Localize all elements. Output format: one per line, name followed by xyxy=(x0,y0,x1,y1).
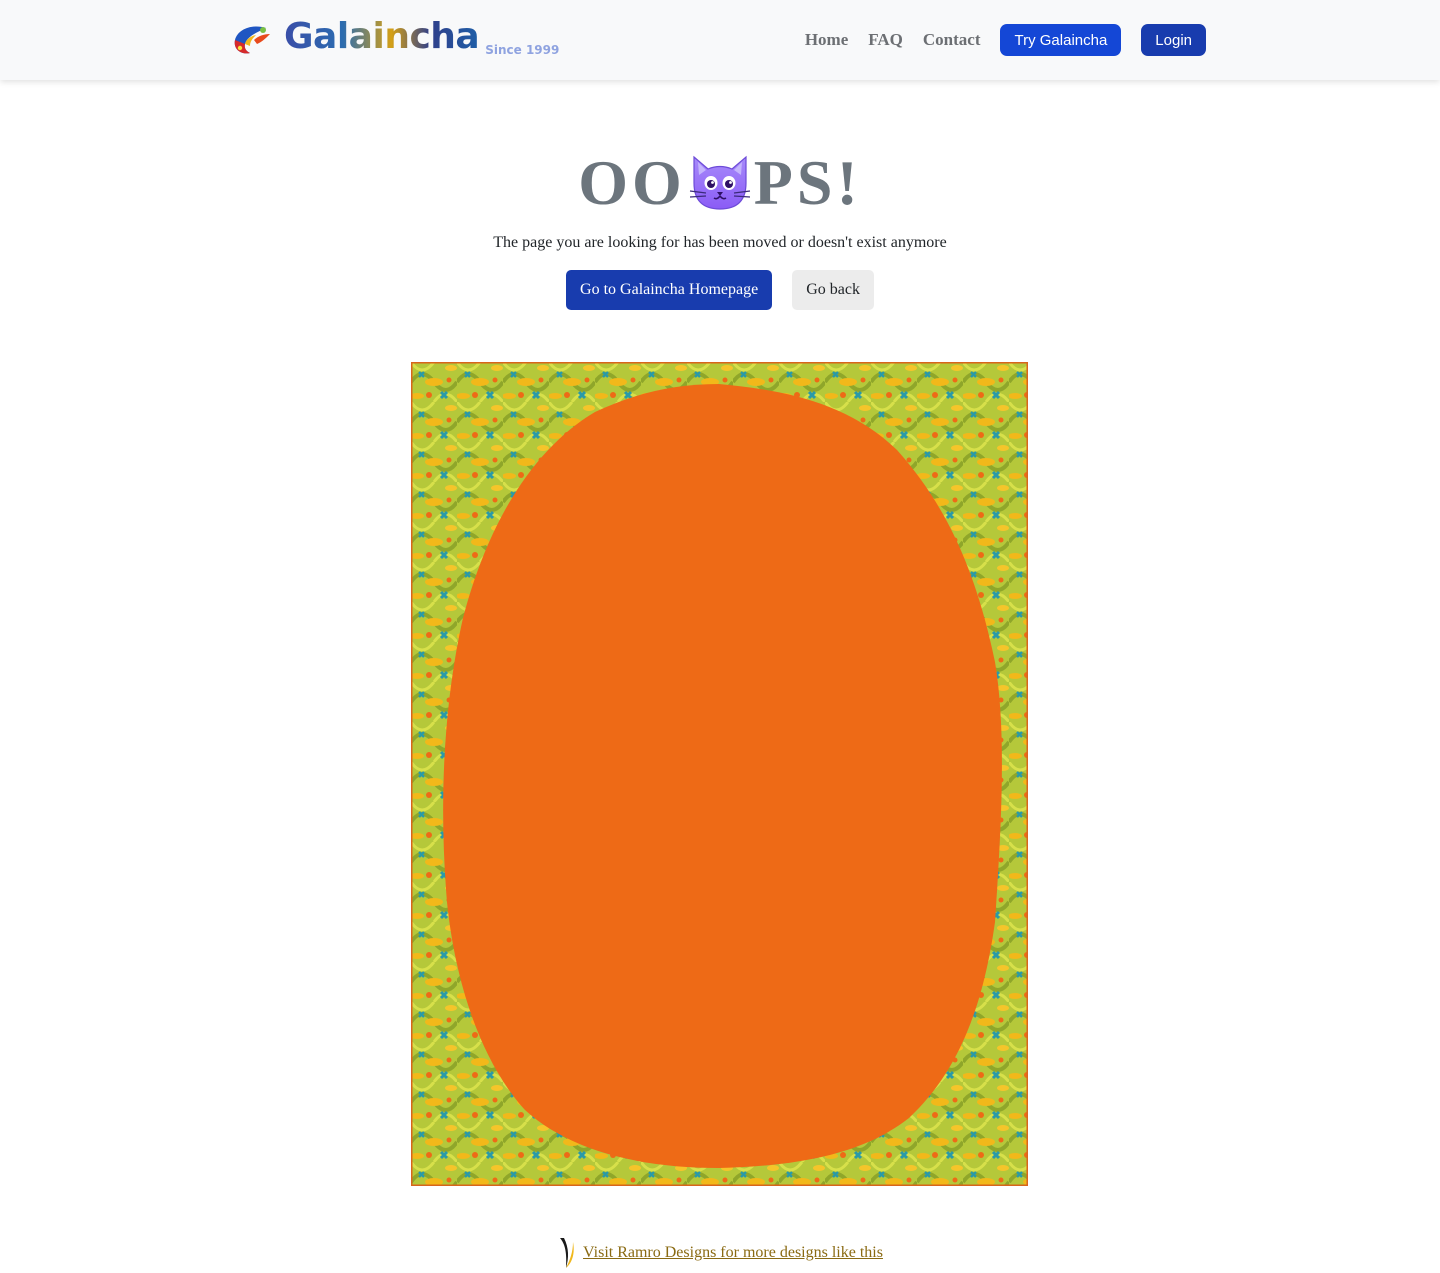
galaincha-logo-icon xyxy=(234,26,270,54)
nav-links: Home FAQ Contact Try Galaincha Login xyxy=(805,24,1206,56)
oops-heading-start: OO xyxy=(578,147,686,218)
ramro-footer: Visit Ramro Designs for more designs lik… xyxy=(0,1236,1440,1270)
try-galaincha-button[interactable]: Try Galaincha xyxy=(1000,24,1122,56)
error-actions: Go to Galaincha Homepage Go back xyxy=(0,270,1440,310)
top-navbar: Galaincha Since 1999 Home FAQ Contact Tr… xyxy=(0,0,1440,80)
nav-faq-link[interactable]: FAQ xyxy=(868,30,903,50)
visit-ramro-designs-link[interactable]: Visit Ramro Designs for more designs lik… xyxy=(583,1244,883,1262)
error-hero: OO PS! The page you are looking for has … xyxy=(0,148,1440,310)
nav-home-link[interactable]: Home xyxy=(805,30,848,50)
brand-name: Galaincha xyxy=(284,16,480,57)
nav-contact-link[interactable]: Contact xyxy=(923,30,981,50)
cat-face-icon xyxy=(689,155,750,210)
go-to-homepage-button[interactable]: Go to Galaincha Homepage xyxy=(566,270,773,310)
ramro-logo-icon xyxy=(560,1238,574,1268)
login-button[interactable]: Login xyxy=(1141,24,1206,56)
go-back-button[interactable]: Go back xyxy=(792,270,874,310)
error-message: The page you are looking for has been mo… xyxy=(493,234,947,251)
oops-heading: OO PS! xyxy=(578,148,862,218)
oops-heading-end: PS! xyxy=(753,147,862,218)
rug-design-image xyxy=(411,362,1028,1186)
brand-since: Since 1999 xyxy=(485,43,560,57)
brand-logo-link[interactable]: Galaincha Since 1999 xyxy=(232,14,559,66)
